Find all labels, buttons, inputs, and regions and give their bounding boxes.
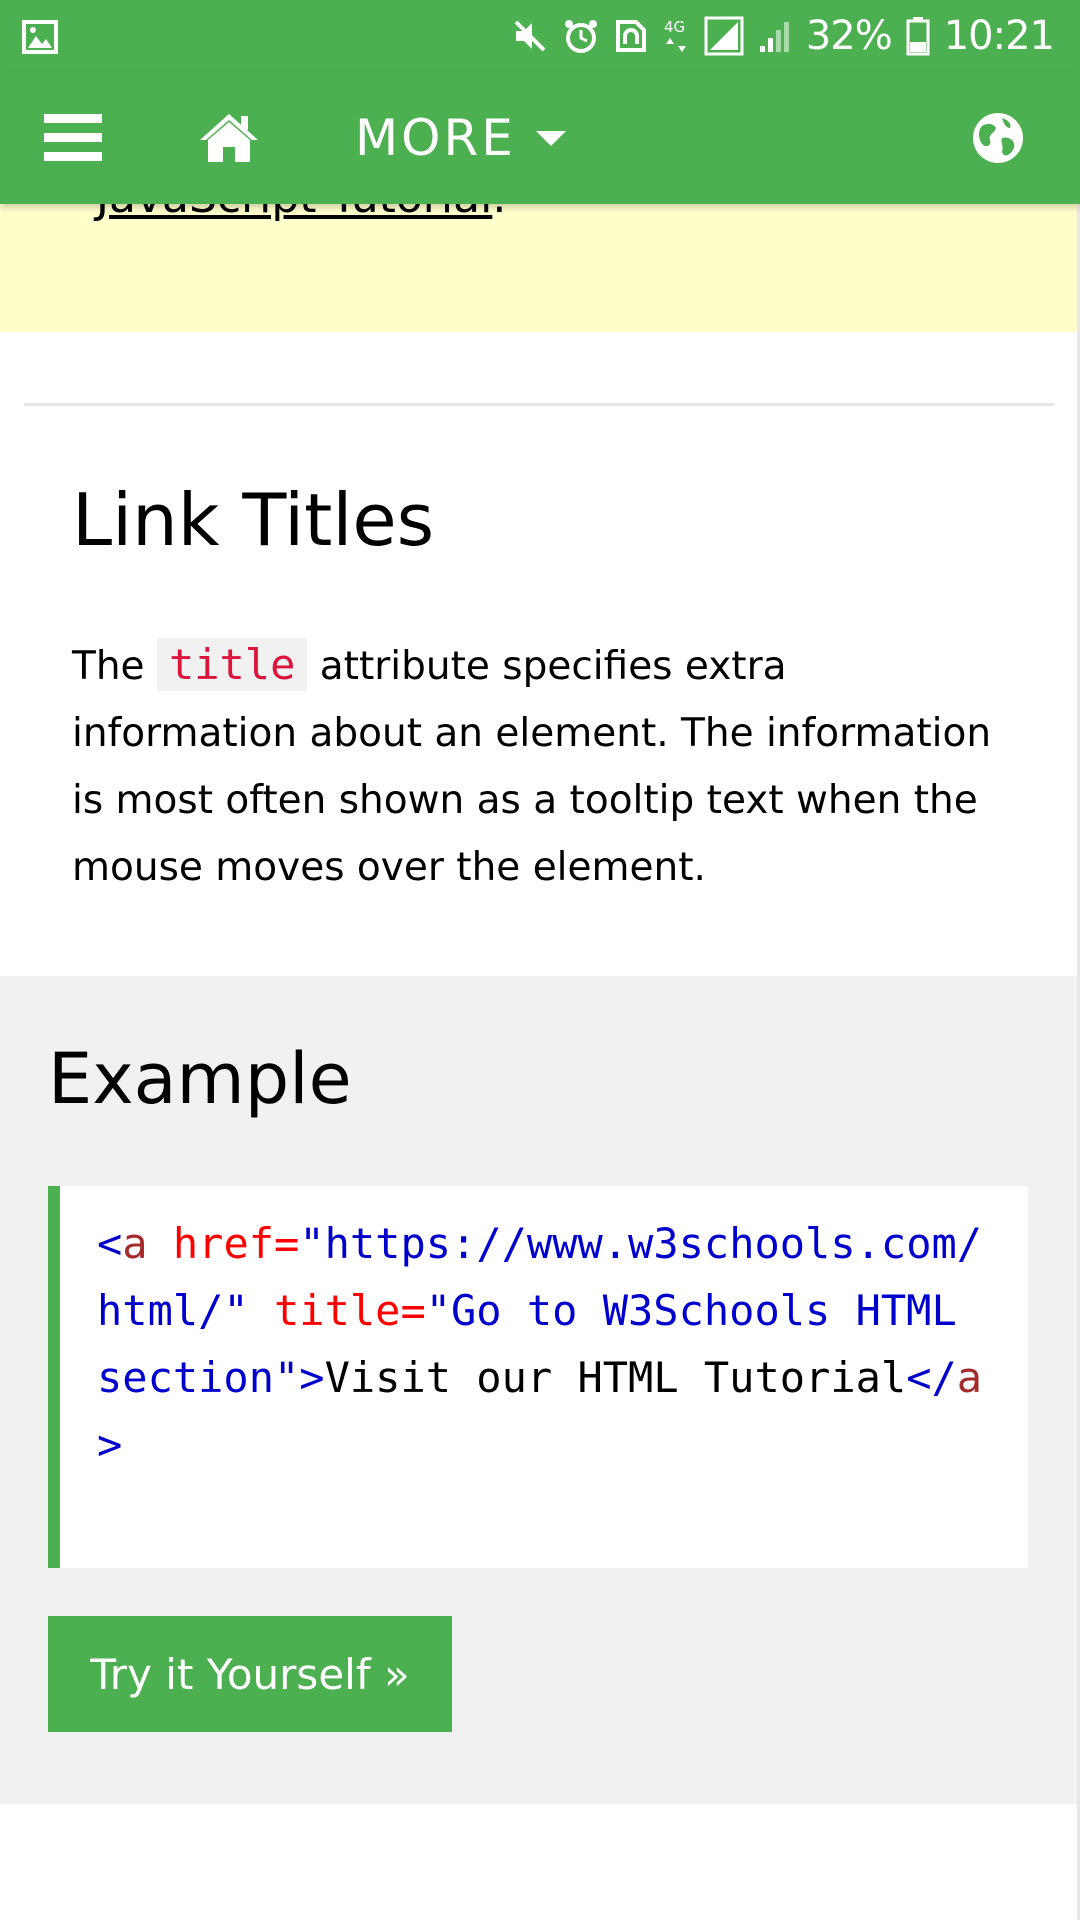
section-paragraph: The title attribute specifies extra info… bbox=[72, 631, 1022, 901]
top-navigation-bar: MORE bbox=[0, 72, 1080, 204]
caret-down-icon bbox=[535, 130, 566, 146]
paragraph-text-start: The bbox=[72, 644, 157, 689]
example-container: Example <a href="https://www.w3schools.c… bbox=[0, 976, 1080, 1804]
hamburger-menu-icon bbox=[44, 114, 102, 161]
more-dropdown-button[interactable]: MORE bbox=[355, 72, 566, 204]
code-eq-1: = bbox=[274, 1219, 300, 1268]
code-end-open: </ bbox=[906, 1353, 957, 1402]
code-end-tag: a bbox=[956, 1353, 983, 1402]
code-tag-name: a bbox=[122, 1219, 148, 1268]
menu-button[interactable] bbox=[44, 72, 108, 204]
section-heading: Link Titles bbox=[72, 478, 435, 562]
code-eq-2: = bbox=[400, 1286, 426, 1335]
try-it-yourself-button[interactable]: Try it Yourself » bbox=[48, 1616, 452, 1732]
home-button[interactable] bbox=[198, 72, 268, 204]
status-bar: 4G 32% 10:21 bbox=[0, 0, 1080, 72]
code-example: <a href="https://www.w3schools.com/html/… bbox=[48, 1186, 1028, 1568]
code-link-text: Visit our HTML Tutorial bbox=[324, 1353, 907, 1402]
battery-icon bbox=[906, 17, 930, 56]
sim-signal-icon bbox=[704, 16, 744, 56]
svg-text:4G: 4G bbox=[664, 18, 685, 36]
globe-button[interactable] bbox=[972, 72, 1028, 204]
clock: 10:21 bbox=[943, 13, 1055, 59]
code-open-bracket: < bbox=[97, 1219, 123, 1268]
mute-icon bbox=[514, 20, 546, 52]
battery-percent: 32% bbox=[805, 13, 893, 59]
code-end-close: > bbox=[97, 1420, 123, 1469]
alarm-icon bbox=[564, 20, 597, 53]
inline-code-title: title bbox=[156, 638, 308, 691]
network-4g-icon: 4G bbox=[664, 18, 686, 52]
example-heading: Example bbox=[48, 1038, 352, 1120]
globe-icon bbox=[973, 113, 1023, 163]
code-attr-href: href bbox=[147, 1219, 275, 1268]
nfc-icon bbox=[615, 20, 646, 52]
more-label: MORE bbox=[355, 109, 516, 167]
section-divider bbox=[24, 403, 1054, 406]
code-close-bracket: > bbox=[299, 1353, 325, 1402]
code-attr-title: title bbox=[248, 1286, 401, 1335]
home-icon bbox=[200, 114, 258, 162]
gallery-icon bbox=[22, 20, 58, 54]
signal-icon bbox=[759, 22, 789, 52]
